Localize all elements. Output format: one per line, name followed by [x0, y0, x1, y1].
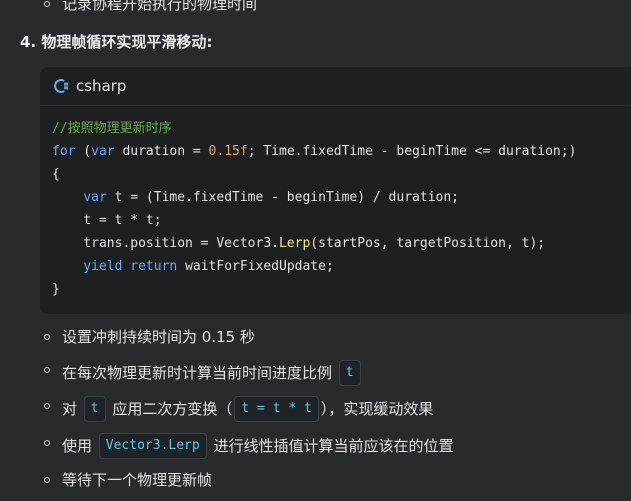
list-item-text: 对 t 应用二次方变换（ t = t * t ），实现缓动效果 — [62, 396, 433, 422]
text-segment: ），实现缓动效果 — [320, 400, 434, 418]
bullet-marker — [44, 367, 50, 373]
list-item: 使用 Vector3.Lerp 进行线性插值计算当前应该在的位置 — [0, 428, 631, 459]
inline-code: t = t * t — [234, 396, 319, 422]
list-item: 在每次物理更新时计算当前时间进度比例 t — [0, 355, 631, 386]
text-segment: 在每次物理更新时计算当前时间进度比例 — [62, 364, 337, 382]
text-segment: 进行线性插值计算当前应该在的位置 — [208, 437, 454, 455]
code-line: t = t * t; — [52, 209, 576, 232]
code-block: csharp //按照物理更新时序 for (var duration = 0.1… — [40, 67, 631, 314]
code-token: 0.15f — [208, 144, 248, 159]
list-item-text: 使用 Vector3.Lerp 进行线性插值计算当前应该在的位置 — [62, 433, 453, 459]
text-segment: 等待下一个物理更新帧 — [62, 471, 213, 489]
code-token: ( — [75, 144, 92, 159]
code-token: t = (Time.fixedTime - beginTime) / durat… — [106, 190, 459, 205]
inline-code: Vector3.Lerp — [98, 433, 207, 459]
chat-response: 记录协程开始执行的物理时间 4. 物理帧循环实现平滑移动: csharp //按… — [0, 0, 631, 501]
list-item: 设置冲刺持续时间为 0.15 秒 — [0, 322, 631, 352]
text-segment: 对 — [62, 400, 82, 418]
top-bullet-text: 记录协程开始执行的物理时间 — [62, 0, 258, 13]
code-line: var t = (Time.fixedTime - beginTime) / d… — [52, 186, 576, 209]
bullet-marker — [44, 1, 50, 7]
text-segment: 应用二次方变换（ — [107, 400, 233, 418]
code-token: var — [83, 190, 107, 205]
bullet-marker — [44, 334, 50, 340]
code-token: Lerp — [278, 236, 311, 251]
code-line: } — [52, 278, 576, 301]
list-item-text: 设置冲刺持续时间为 0.15 秒 — [62, 327, 255, 347]
list-item: 等待下一个物理更新帧 — [0, 465, 631, 495]
code-token: return — [130, 259, 178, 274]
code-token: (startPos, targetPosition, t); — [310, 236, 546, 251]
code-token: t = t * t; — [52, 213, 162, 228]
code-token: { — [52, 167, 60, 182]
code-token: duration = — [114, 144, 209, 159]
inline-code: t — [338, 360, 361, 386]
list-item-text: 在每次物理更新时计算当前时间进度比例 t — [62, 360, 363, 386]
text-segment: 使用 — [62, 437, 97, 455]
code-token: trans.position = Vector3. — [52, 236, 279, 251]
code-file-icon — [52, 77, 70, 95]
bullet-marker — [44, 440, 50, 446]
list-item: 对 t 应用二次方变换（ t = t * t ），实现缓动效果 — [0, 391, 631, 422]
code-line: for (var duration = 0.15f; Time.fixedTim… — [52, 140, 576, 163]
code-line: { — [52, 163, 576, 186]
code-token: var — [91, 144, 115, 159]
code-token: //按照物理更新时序 — [52, 121, 172, 136]
text-segment: 设置冲刺持续时间为 0.15 秒 — [62, 328, 255, 346]
code-token: } — [52, 282, 60, 297]
code-token: waitForFixedUpdate; — [177, 259, 334, 274]
list-item-text: 等待下一个物理更新帧 — [62, 470, 212, 490]
section-heading: 4. 物理帧循环实现平滑移动: — [20, 33, 213, 51]
bullet-marker — [44, 477, 50, 483]
code-token: for — [52, 144, 76, 159]
inline-code: t — [83, 396, 106, 422]
code-line: yield return waitForFixedUpdate; — [52, 255, 576, 278]
code-token: yield — [83, 259, 123, 274]
code-content: //按照物理更新时序 for (var duration = 0.15f; Tim… — [52, 117, 576, 301]
code-line: //按照物理更新时序 — [52, 117, 576, 140]
code-language-label: csharp — [76, 77, 127, 95]
bullet-marker — [44, 403, 50, 409]
code-token: ; Time.fixedTime - beginTime <= duration… — [247, 144, 577, 159]
code-block-header: csharp — [40, 67, 631, 106]
code-line: trans.position = Vector3.Lerp(startPos, … — [52, 232, 576, 255]
